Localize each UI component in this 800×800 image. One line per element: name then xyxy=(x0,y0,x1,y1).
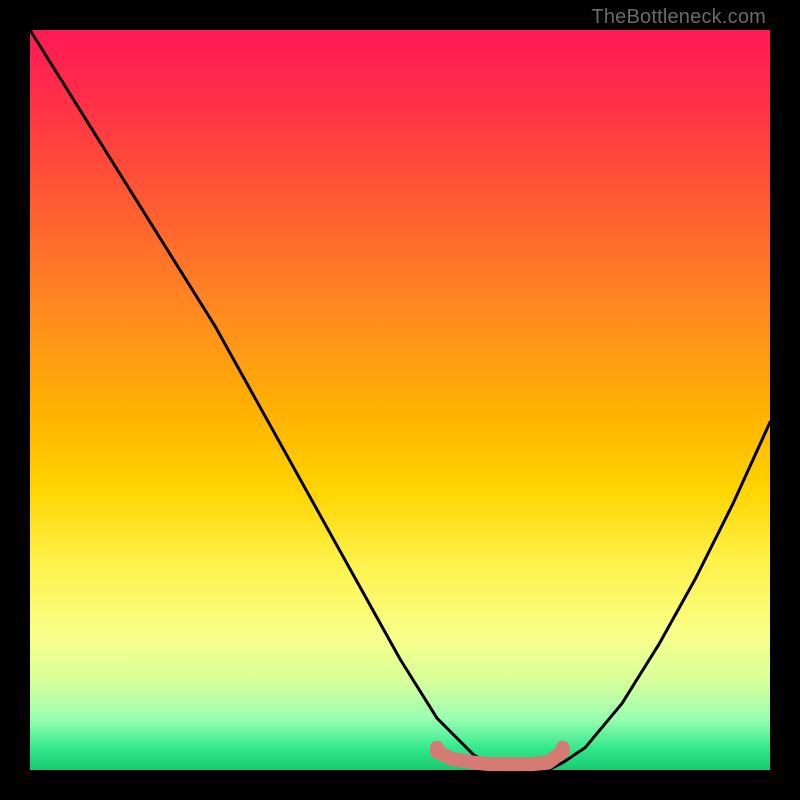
highlight-segment xyxy=(437,752,563,765)
dot-right xyxy=(556,741,570,755)
curve-group xyxy=(30,30,770,770)
dot-left xyxy=(430,741,444,755)
watermark-text: TheBottleneck.com xyxy=(591,6,766,29)
highlight-group xyxy=(437,752,563,765)
chart-container: TheBottleneck.com xyxy=(0,0,800,800)
bottleneck-curve xyxy=(30,30,770,770)
plot-area xyxy=(30,30,770,770)
curve-svg xyxy=(30,30,770,770)
